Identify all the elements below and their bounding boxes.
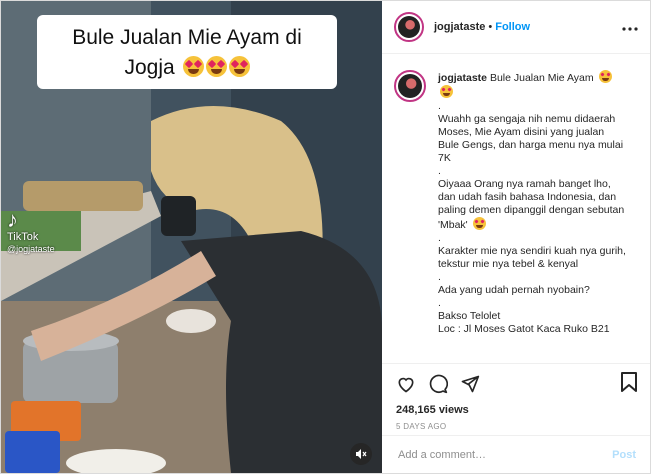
overlay-line-2: Jogja [47, 53, 327, 83]
avatar[interactable] [394, 70, 426, 102]
caption-line: Bakso Telolet [438, 310, 501, 322]
more-icon[interactable] [622, 22, 638, 32]
caption-line: . [438, 297, 441, 309]
heart-eyes-emoji-icon [598, 70, 612, 83]
add-comment-bar: Post [382, 435, 650, 473]
overlay-line-1: Bule Jualan Mie Ayam di [72, 26, 302, 49]
caption-line: Wuahh ga sengaja nih nemu didaerah Moses… [438, 113, 624, 164]
tiktok-label: TikTok [7, 231, 39, 243]
caption-line: . [438, 271, 441, 283]
post-sidebar: jogjataste • Follow jogjataste Bule Jual… [382, 1, 650, 473]
caption-author[interactable]: jogjataste [438, 72, 487, 84]
video-player[interactable]: Bule Jualan Mie Ayam di Jogja ♪ TikTok @… [1, 1, 382, 473]
tiktok-watermark: ♪ TikTok @jogjataste [7, 209, 55, 255]
caption-line: Karakter mie nya sendiri kuah nya gurih,… [438, 245, 626, 270]
follow-button[interactable]: Follow [495, 21, 530, 33]
caption-line: . [438, 165, 441, 177]
heart-icon[interactable] [396, 374, 416, 394]
caption-line-text: Oiyaaa Orang nya ramah banget lho, dan u… [438, 178, 625, 231]
heart-eyes-emoji-icon [440, 85, 453, 98]
caption-line: Loc : Jl Moses Gatot Kaca Ruko B21 [438, 323, 610, 335]
instagram-post: Bule Jualan Mie Ayam di Jogja ♪ TikTok @… [0, 0, 651, 474]
separator-dot: • [488, 21, 493, 33]
caption-text: jogjataste Bule Jualan Mie Ayam . Wuahh … [438, 70, 628, 363]
heart-eyes-emoji-icon [472, 217, 486, 230]
heart-eyes-emoji-icon [228, 56, 250, 77]
video-text-overlay: Bule Jualan Mie Ayam di Jogja [37, 15, 337, 89]
view-count[interactable]: 248,165 views [396, 404, 636, 416]
post-timestamp[interactable]: 5 DAYS AGO [396, 422, 636, 431]
action-icons [396, 372, 636, 396]
tiktok-logo-icon: ♪ [7, 207, 18, 232]
caption-line: . [438, 232, 441, 244]
tiktok-handle: @jogjataste [7, 244, 55, 254]
avatar[interactable] [394, 12, 424, 42]
comment-icon[interactable] [428, 374, 448, 394]
heart-eyes-emoji-icon [182, 56, 204, 77]
heart-eyes-emoji-icon [205, 56, 227, 77]
caption-area: jogjataste Bule Jualan Mie Ayam . Wuahh … [382, 54, 650, 363]
caption-title: Bule Jualan Mie Ayam [489, 72, 594, 84]
mute-icon [356, 449, 367, 459]
post-comment-button[interactable]: Post [612, 449, 636, 461]
share-icon[interactable] [460, 374, 480, 394]
caption-line: . [438, 100, 441, 112]
overlay-line-2-text: Jogja [124, 56, 175, 79]
caption-line: Ada yang udah pernah nyobain? [438, 284, 590, 296]
post-header: jogjataste • Follow [382, 1, 650, 54]
caption-line: Oiyaaa Orang nya ramah banget lho, dan u… [438, 178, 628, 232]
bookmark-icon[interactable] [620, 372, 638, 392]
account-name[interactable]: jogjataste [434, 21, 485, 33]
comment-input[interactable] [396, 447, 613, 462]
mute-button[interactable] [350, 443, 372, 465]
